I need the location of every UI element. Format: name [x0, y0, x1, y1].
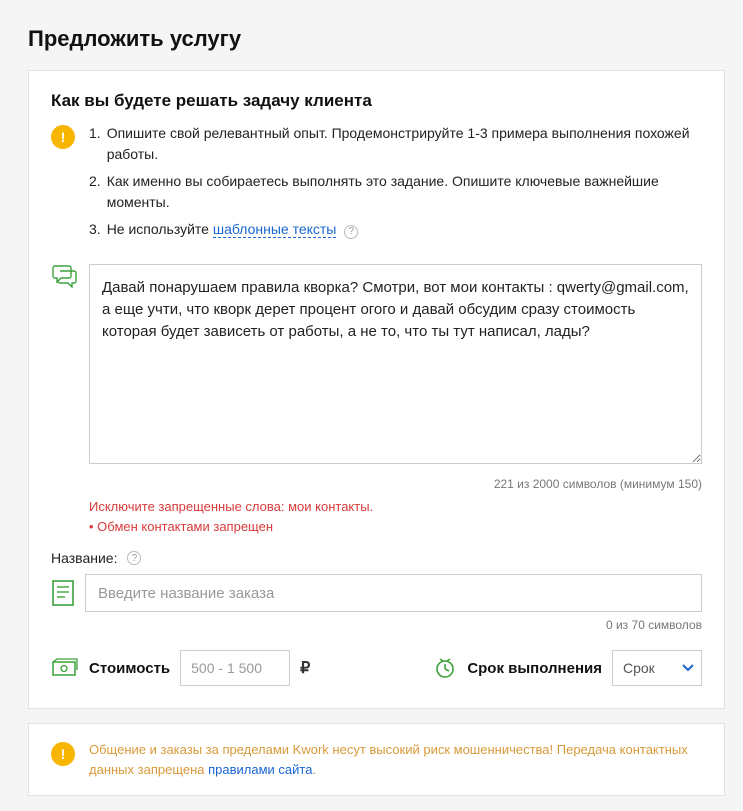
- notice-text-post: .: [312, 762, 316, 777]
- instructions-row: ! 1. Опишите свой релевантный опыт. Прод…: [51, 123, 702, 246]
- name-label-row: Название: ?: [51, 550, 702, 566]
- notice-text: Общение и заказы за пределами Kwork несу…: [89, 740, 702, 779]
- cost-group: Стоимость ₽: [51, 650, 310, 686]
- deadline-group: Срок выполнения Срок: [433, 650, 702, 686]
- document-icon: [51, 579, 75, 607]
- error-item: Исключите запрещенные слова: мои контакт…: [89, 497, 702, 517]
- deadline-label: Срок выполнения: [467, 660, 602, 677]
- chat-icon: [51, 264, 77, 469]
- task-section-title: Как вы будете решать задачу клиента: [51, 91, 702, 111]
- money-icon: [51, 658, 79, 678]
- instruction-text-pre: Не используйте: [107, 221, 213, 237]
- template-texts-link[interactable]: шаблонные тексты: [213, 221, 337, 238]
- notice-text-pre: Общение и заказы за пределами Kwork несу…: [89, 742, 688, 777]
- name-row: [51, 574, 702, 612]
- instruction-num: 2.: [89, 171, 101, 213]
- help-icon[interactable]: ?: [127, 551, 141, 565]
- notice-card: ! Общение и заказы за пределами Kwork не…: [28, 723, 725, 796]
- instruction-item: 1. Опишите свой релевантный опыт. Продем…: [89, 123, 702, 165]
- cost-label: Стоимость: [89, 660, 170, 677]
- cost-input[interactable]: [180, 650, 290, 686]
- instruction-text: Опишите свой релевантный опыт. Продемонс…: [107, 123, 702, 165]
- warning-icon: !: [51, 742, 75, 766]
- instruction-text: Как именно вы собираетесь выполнять это …: [107, 171, 702, 213]
- cost-row: Стоимость ₽ Срок выполнения Срок: [51, 650, 702, 686]
- instruction-num: 1.: [89, 123, 101, 165]
- name-input[interactable]: [85, 574, 702, 612]
- help-icon[interactable]: ?: [344, 225, 358, 239]
- textarea-row: Давай понарушаем правила кворка? Смотри,…: [51, 264, 702, 469]
- instruction-item: 3. Не используйте шаблонные тексты ?: [89, 219, 702, 240]
- name-counter: 0 из 70 символов: [51, 618, 702, 632]
- site-rules-link[interactable]: правилами сайта: [208, 762, 312, 777]
- instructions-list: 1. Опишите свой релевантный опыт. Продем…: [89, 123, 702, 246]
- deadline-select[interactable]: Срок: [612, 650, 702, 686]
- instruction-item: 2. Как именно вы собираетесь выполнять э…: [89, 171, 702, 213]
- error-list: Исключите запрещенные слова: мои контакт…: [89, 497, 702, 536]
- currency-symbol: ₽: [300, 658, 310, 678]
- name-label: Название:: [51, 550, 117, 566]
- warning-icon: !: [51, 125, 75, 149]
- clock-icon: [433, 656, 457, 680]
- page-title: Предложить услугу: [0, 0, 743, 70]
- instruction-num: 3.: [89, 219, 101, 240]
- error-item: Обмен контактами запрещен: [89, 517, 702, 537]
- task-card: Как вы будете решать задачу клиента ! 1.…: [28, 70, 725, 709]
- instruction-text: Не используйте шаблонные тексты ?: [107, 219, 359, 240]
- task-textarea[interactable]: Давай понарушаем правила кворка? Смотри,…: [89, 264, 702, 464]
- char-counter: 221 из 2000 символов (минимум 150): [51, 477, 702, 491]
